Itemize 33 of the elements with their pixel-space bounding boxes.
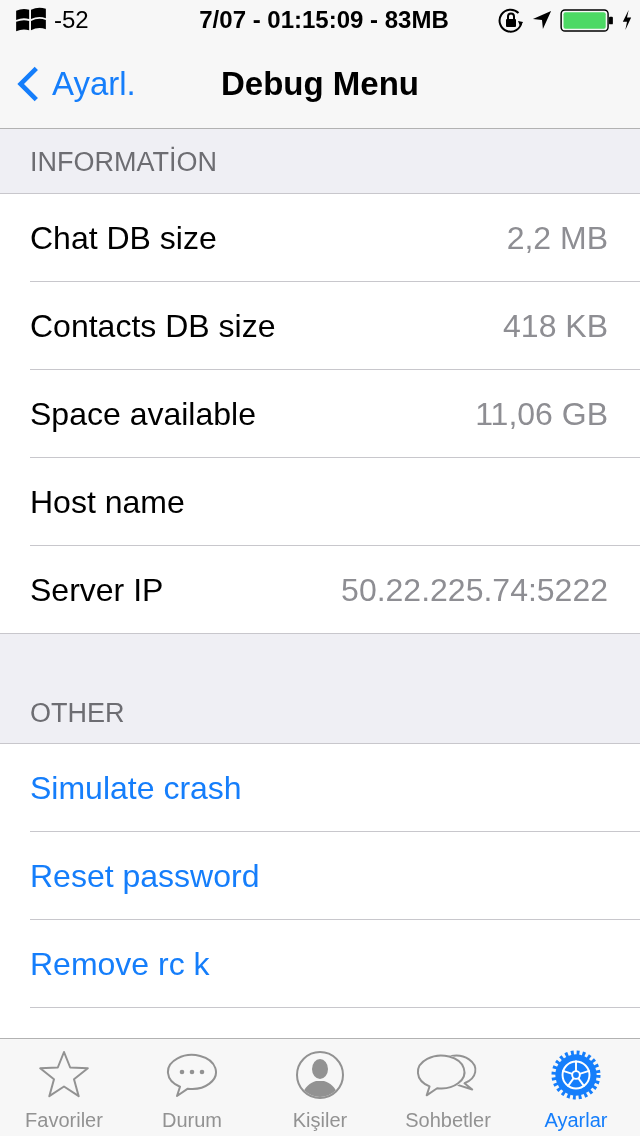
row-label: Host name [30, 482, 185, 522]
status-text: 7/07 - 01:15:09 - 83MB [199, 6, 449, 34]
row-value: 11,06 GB [475, 394, 608, 434]
location-arrow-icon [532, 10, 552, 30]
battery-icon [560, 8, 614, 32]
tab-item[interactable]: Kişiler [256, 1039, 384, 1136]
nav-title: Debug Menu [221, 64, 419, 104]
rotation-lock-icon [498, 7, 524, 33]
tab-item[interactable]: Durum [128, 1039, 256, 1136]
section-header: OTHER [29, 697, 126, 730]
charging-bolt-icon [622, 9, 632, 31]
star-icon [38, 1050, 90, 1100]
row-value: 418 KB [503, 306, 608, 346]
action-item[interactable]: Simulate crash [0, 744, 640, 831]
row-label: Contacts DB size [30, 306, 276, 346]
windows-logo-icon [16, 7, 46, 33]
tab-item[interactable]: Favoriler [0, 1039, 128, 1136]
section-header: INFORMATİON [29, 145, 218, 179]
row-label: Space available [30, 394, 256, 434]
row-value: 50.22.225.74:5222 [341, 570, 608, 610]
chevron-left-icon [16, 65, 40, 103]
row-label: Server IP [30, 570, 164, 610]
back-button[interactable]: Ayarl. [0, 64, 136, 104]
row-label: Chat DB size [30, 218, 217, 258]
speech-bubble-icon [166, 1052, 218, 1098]
action-item[interactable]: Reset password [0, 832, 640, 919]
signal-reading: -52 [54, 6, 89, 34]
row-value: 2,2 MB [506, 218, 608, 258]
tab-item[interactable]: Ayarlar [512, 1039, 640, 1136]
action-item[interactable]: Remove rc k [0, 920, 640, 1007]
tab-item[interactable]: Sohbetler [384, 1039, 512, 1136]
person-icon [295, 1050, 345, 1100]
gear-icon [551, 1050, 601, 1100]
